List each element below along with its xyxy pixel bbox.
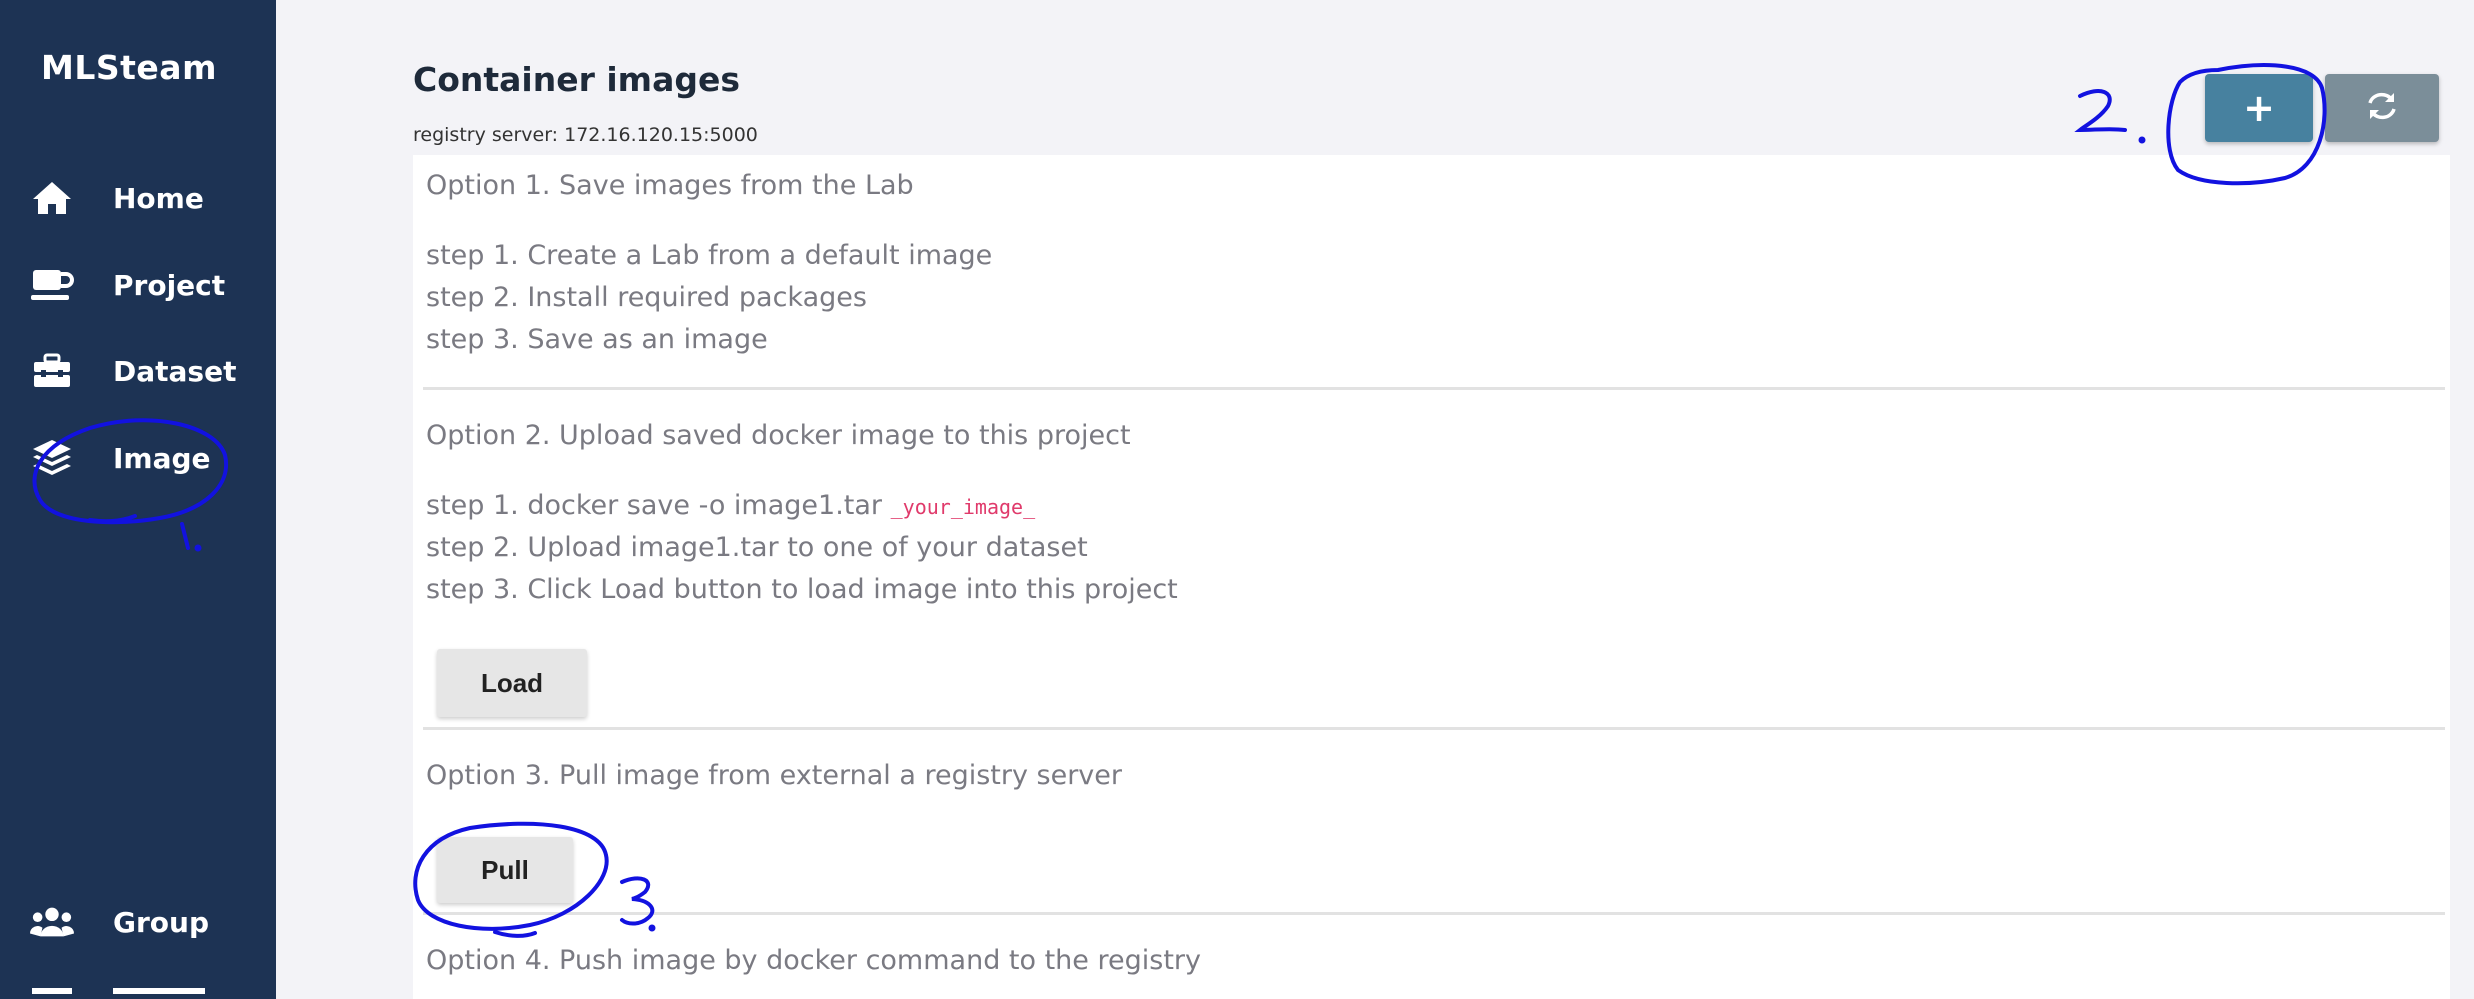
sidebar-item-project[interactable]: Project [0, 255, 276, 315]
sidebar-item-home[interactable]: Home [0, 168, 276, 228]
sidebar-item-label: Image [113, 441, 211, 475]
option4-title: Option 4. Push image by docker command t… [426, 945, 1201, 976]
option2-step1-code: _your_image_ [890, 495, 1036, 519]
annotation-mark-2 [2074, 89, 2127, 133]
pull-button[interactable]: Pull [437, 837, 573, 903]
registry-server-text: registry server: 172.16.120.15:5000 [413, 124, 758, 146]
layers-icon [30, 438, 74, 478]
users-icon [30, 902, 74, 942]
option2-step: step 3. Click Load button to load image … [426, 574, 1178, 605]
option2-step: step 2. Upload image1.tar to one of your… [426, 532, 1088, 563]
load-button[interactable]: Load [437, 649, 587, 717]
option2-step: step 1. docker save -o image1.tar _your_… [426, 490, 1035, 521]
sidebar-item-partial[interactable] [113, 988, 205, 994]
sidebar-item-group[interactable]: Group [0, 892, 276, 952]
toolbox-icon [30, 351, 74, 391]
option2-title: Option 2. Upload saved docker image to t… [426, 420, 1131, 451]
refresh-icon [2365, 91, 2399, 125]
coffee-cup-icon [30, 265, 74, 305]
list-icon [32, 988, 72, 994]
option2-step1-text: step 1. docker save -o image1.tar [426, 490, 883, 521]
sidebar: MLSteam Home Project Dataset Image Group [0, 0, 276, 999]
option1-step: step 1. Create a Lab from a default imag… [426, 240, 993, 271]
option1-title: Option 1. Save images from the Lab [426, 170, 914, 201]
page-title: Container images [413, 60, 740, 99]
sidebar-item-label: Project [113, 268, 226, 302]
add-image-button[interactable]: + [2205, 74, 2313, 142]
option1-step: step 3. Save as an image [426, 324, 768, 355]
option3-title: Option 3. Pull image from external a reg… [426, 760, 1122, 791]
sidebar-item-label: Group [113, 905, 210, 939]
home-icon [30, 178, 74, 218]
sidebar-item-image[interactable]: Image [0, 428, 276, 488]
sidebar-item-dataset[interactable]: Dataset [0, 341, 276, 401]
section-divider [423, 912, 2445, 915]
sidebar-item-label: Dataset [113, 354, 237, 388]
brand-logo[interactable]: MLSteam [0, 48, 258, 87]
options-panel: Option 1. Save images from the Lab step … [413, 155, 2450, 999]
sidebar-item-label: Home [113, 181, 204, 215]
option1-step: step 2. Install required packages [426, 282, 867, 313]
refresh-button[interactable] [2325, 74, 2439, 142]
section-divider [423, 727, 2445, 730]
section-divider [423, 387, 2445, 390]
